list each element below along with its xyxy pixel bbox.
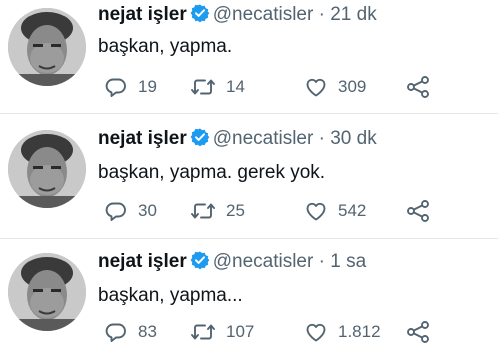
avatar[interactable] xyxy=(8,253,86,331)
retweet-icon xyxy=(190,320,216,344)
share-icon xyxy=(405,320,431,344)
share-button[interactable] xyxy=(405,74,431,100)
timestamp[interactable]: 30 dk xyxy=(330,128,376,149)
separator: · xyxy=(313,128,330,149)
handle[interactable]: @necatisler xyxy=(213,251,314,272)
reply-button[interactable]: 83 xyxy=(104,319,157,345)
tweet-text: başkan, yapma... xyxy=(98,285,243,306)
retweet-count: 25 xyxy=(226,201,245,220)
handle[interactable]: @necatisler xyxy=(213,128,314,149)
separator-dot: · xyxy=(318,4,325,25)
share-icon xyxy=(405,75,431,99)
verified-badge-icon xyxy=(190,127,210,155)
avatar[interactable] xyxy=(8,130,86,208)
tweet-header: nejat işler @necatisler · 30 dk xyxy=(98,126,377,152)
separator: · xyxy=(313,251,330,272)
verified-badge-icon xyxy=(190,3,210,31)
retweet-icon xyxy=(190,199,216,223)
reply-icon xyxy=(104,75,128,99)
timestamp[interactable]: 1 sa xyxy=(330,251,366,272)
tweet-actions: 30 25 542 xyxy=(100,198,490,224)
tweet-text: başkan, yapma. gerek yok. xyxy=(98,162,326,183)
tweet[interactable]: nejat işler @necatisler · 21 dk başkan, y… xyxy=(0,0,498,113)
like-count: 309 xyxy=(338,77,367,96)
like-button[interactable]: 1.812 xyxy=(304,319,381,345)
retweet-button[interactable]: 107 xyxy=(190,319,254,345)
reply-icon xyxy=(104,199,128,223)
share-button[interactable] xyxy=(405,319,431,345)
tweet-header: nejat işler @necatisler · 21 dk xyxy=(98,2,377,28)
like-icon xyxy=(304,320,328,344)
reply-icon xyxy=(104,320,128,344)
reply-button[interactable]: 30 xyxy=(104,198,157,224)
separator-dot: · xyxy=(318,251,325,272)
retweet-button[interactable]: 25 xyxy=(190,198,245,224)
share-icon xyxy=(405,199,431,223)
display-name[interactable]: nejat işler xyxy=(98,128,187,149)
like-button[interactable]: 309 xyxy=(304,74,366,100)
tweet[interactable]: nejat işler @necatisler · 1 sa başkan, ya… xyxy=(0,238,498,350)
tweet[interactable]: nejat işler @necatisler · 30 dk başkan, y… xyxy=(0,113,498,238)
reply-button[interactable]: 19 xyxy=(104,74,157,100)
retweet-button[interactable]: 14 xyxy=(190,74,245,100)
reply-count: 30 xyxy=(138,201,157,220)
retweet-count: 107 xyxy=(226,322,255,341)
display-name[interactable]: nejat işler xyxy=(98,251,187,272)
like-count: 1.812 xyxy=(338,322,381,341)
retweet-count: 14 xyxy=(226,77,245,96)
display-name[interactable]: nejat işler xyxy=(98,4,187,25)
handle[interactable]: @necatisler xyxy=(213,4,314,25)
tweet-feed: nejat işler @necatisler · 21 dk başkan, y… xyxy=(0,0,498,350)
verified-badge-icon xyxy=(190,250,210,278)
avatar[interactable] xyxy=(8,8,86,86)
separator-dot: · xyxy=(318,128,325,149)
reply-count: 83 xyxy=(138,322,157,341)
like-count: 542 xyxy=(338,201,367,220)
tweet-actions: 19 14 309 xyxy=(100,74,490,100)
reply-count: 19 xyxy=(138,77,157,96)
timestamp[interactable]: 21 dk xyxy=(330,4,376,25)
share-button[interactable] xyxy=(405,198,431,224)
tweet-header: nejat işler @necatisler · 1 sa xyxy=(98,249,366,275)
retweet-icon xyxy=(190,75,216,99)
like-button[interactable]: 542 xyxy=(304,198,366,224)
tweet-actions: 83 107 1.812 xyxy=(100,319,490,345)
like-icon xyxy=(304,199,328,223)
separator: · xyxy=(313,4,330,25)
like-icon xyxy=(304,75,328,99)
tweet-text: başkan, yapma. xyxy=(98,36,233,57)
